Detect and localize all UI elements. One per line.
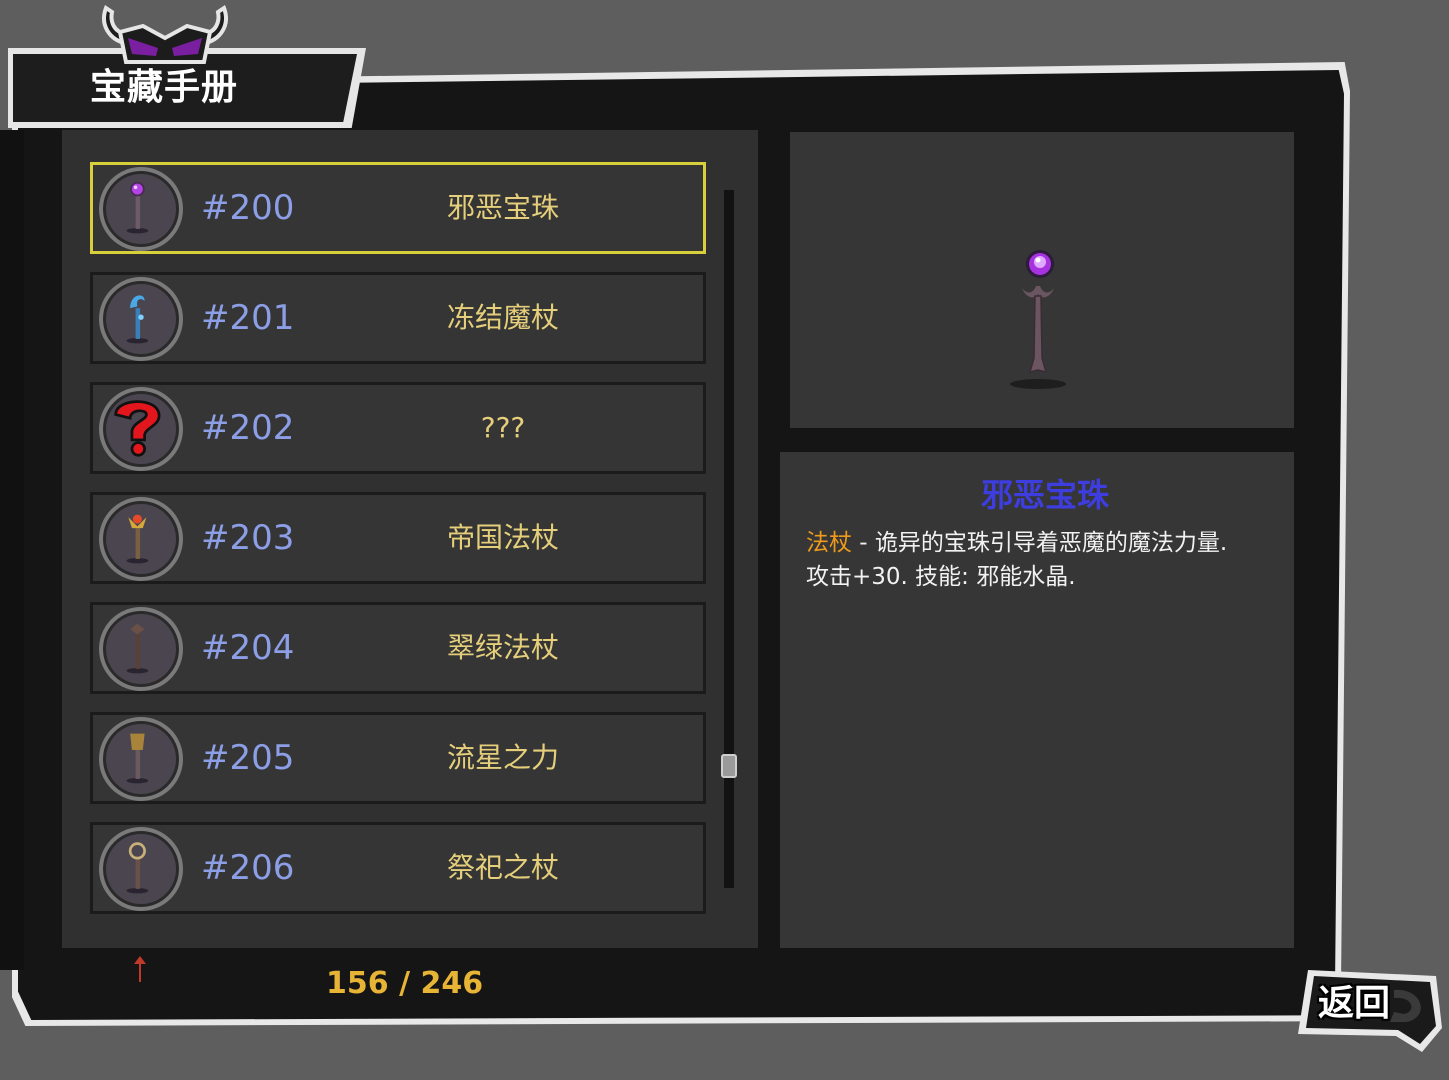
demon-mask-icon <box>102 4 228 64</box>
meteor-staff-icon <box>126 733 149 784</box>
item-name: 邪恶宝珠 <box>446 191 559 224</box>
emerald-staff-icon <box>126 623 149 674</box>
list-item-202[interactable]: #202 ??? <box>90 382 706 474</box>
description-line-1: - 诡异的宝珠引导着恶魔的魔法力量. <box>852 530 1228 556</box>
item-number: #205 <box>201 738 295 778</box>
list-item-201[interactable]: #201 冻结魔杖 <box>90 272 706 364</box>
item-preview-panel <box>790 132 1294 428</box>
item-name: 祭祀之杖 <box>446 851 559 884</box>
item-medallion <box>99 827 183 911</box>
item-name: 帝国法杖 <box>446 521 559 554</box>
item-medallion <box>99 167 183 251</box>
item-medallion <box>99 497 183 581</box>
list-scrollbar[interactable] <box>724 190 734 888</box>
item-name: 翠绿法杖 <box>446 631 559 664</box>
purple-orb-staff-icon <box>1010 250 1066 389</box>
purple-orb-staff-icon <box>126 181 149 234</box>
item-name: 冻结魔杖 <box>446 301 559 334</box>
item-category: 法杖 <box>806 530 852 556</box>
item-number: #201 <box>201 298 295 338</box>
item-number: #200 <box>201 188 295 228</box>
list-item-200[interactable]: #200 邪恶宝珠 <box>90 162 706 254</box>
item-medallion <box>99 277 183 361</box>
item-name: ??? <box>480 411 526 444</box>
item-name: 流星之力 <box>446 741 559 774</box>
collection-progress: 156 / 246 <box>326 966 484 1001</box>
item-medallion <box>99 607 183 691</box>
item-medallion <box>99 717 183 801</box>
back-button-label[interactable]: 返回 <box>1318 974 1390 1026</box>
question-mark-icon <box>114 400 161 457</box>
scrollbar-thumb[interactable] <box>721 754 737 778</box>
list-item-205[interactable]: #205 流星之力 <box>90 712 706 804</box>
item-title: 邪恶宝珠 <box>980 476 1109 514</box>
item-number: #204 <box>201 628 295 668</box>
item-number: #202 <box>201 408 295 448</box>
description-line-2: 攻击+30. 技能: 邪能水晶. <box>806 564 1076 590</box>
staff-marker-icon <box>134 956 146 982</box>
list-item-203[interactable]: #203 帝国法杖 <box>90 492 706 584</box>
item-description: 法杖 - 诡异的宝珠引导着恶魔的魔法力量. 攻击+30. 技能: 邪能水晶. <box>806 526 1286 594</box>
item-number: #203 <box>201 518 295 558</box>
left-shade <box>0 130 24 970</box>
list-item-204[interactable]: #204 翠绿法杖 <box>90 602 706 694</box>
page-title: 宝藏手册 <box>90 67 239 108</box>
ice-staff-icon <box>126 295 149 344</box>
imperial-staff-icon <box>126 514 149 564</box>
list-item-206[interactable]: #206 祭祀之杖 <box>90 822 706 914</box>
item-medallion <box>99 387 183 471</box>
item-number: #206 <box>201 848 295 888</box>
ritual-staff-icon <box>126 842 149 894</box>
